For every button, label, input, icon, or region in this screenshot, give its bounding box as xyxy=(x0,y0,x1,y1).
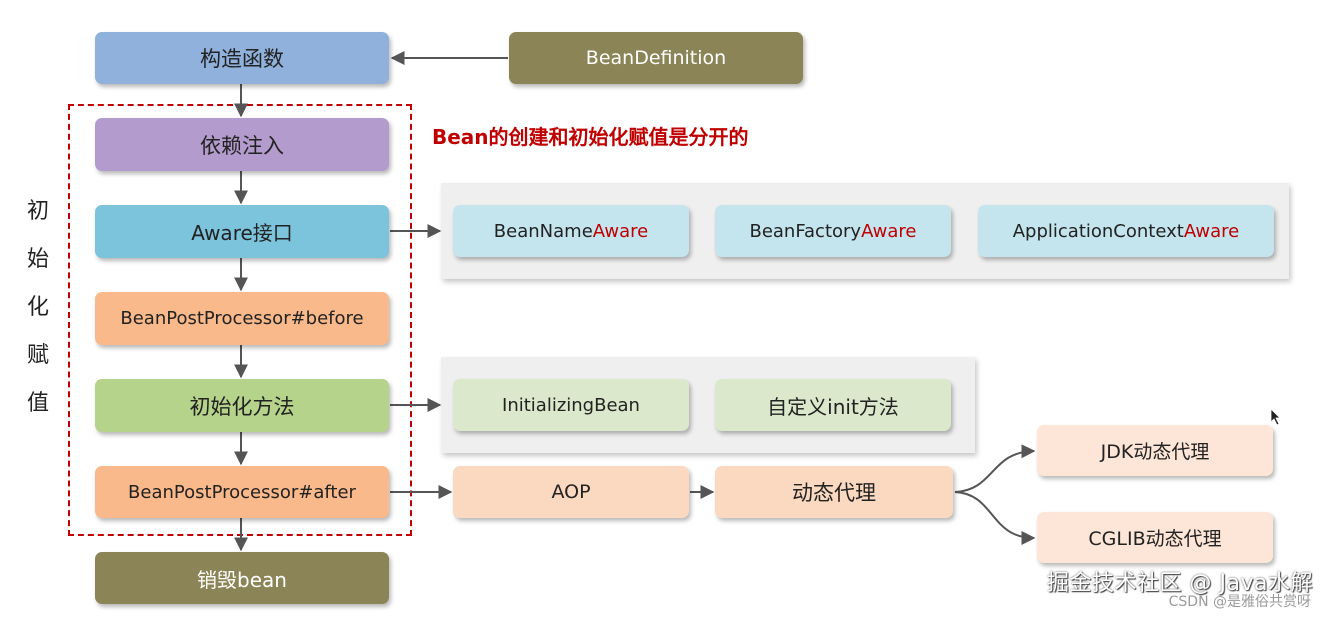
side-label-char: 赋 xyxy=(27,343,50,368)
csdn-watermark: CSDN @是雅俗共赏呀 xyxy=(1168,594,1311,610)
application-context-aware-prefix: ApplicationContext xyxy=(1012,220,1184,242)
bean-factory-aware-node: BeanFactory Aware xyxy=(715,205,951,257)
custom-init-node: 自定义init方法 xyxy=(715,379,951,431)
destroy-bean-node: 销毁bean xyxy=(95,552,389,604)
cglib-proxy-node: CGLIB动态代理 xyxy=(1037,512,1273,563)
initializing-bean-node: InitializingBean xyxy=(453,379,689,431)
side-label-char: 初 xyxy=(27,199,50,224)
arrow-proxy-to-cglib xyxy=(954,491,1036,545)
custom-init-label: 自定义init方法 xyxy=(767,394,899,419)
bpp-after-label: BeanPostProcessor#after xyxy=(128,481,356,503)
cglib-proxy-label: CGLIB动态代理 xyxy=(1088,528,1222,550)
bean-factory-aware-prefix: BeanFactory xyxy=(749,220,862,242)
bpp-after-node: BeanPostProcessor#after xyxy=(95,466,389,518)
jdk-proxy-node: JDK动态代理 xyxy=(1037,425,1273,476)
side-label-char: 值 xyxy=(27,391,50,416)
bean-name-aware-prefix: BeanName xyxy=(493,220,593,242)
constructor-node: 构造函数 xyxy=(95,32,389,84)
bpp-before-node: BeanPostProcessor#before xyxy=(95,292,389,345)
aware-interface-label: Aware接口 xyxy=(191,221,293,245)
dynamic-proxy-node: 动态代理 xyxy=(715,466,953,518)
destroy-bean-label: 销毁bean xyxy=(197,567,287,592)
constructor-label: 构造函数 xyxy=(200,47,284,71)
application-context-aware-suffix: Aware xyxy=(1183,220,1240,242)
bean-name-aware-suffix: Aware xyxy=(592,220,649,242)
mouse-cursor-icon xyxy=(1270,408,1281,426)
bean-definition-node: BeanDefinition xyxy=(509,32,803,84)
jdk-proxy-label: JDK动态代理 xyxy=(1100,441,1210,463)
bean-factory-aware-suffix: Aware xyxy=(861,220,917,242)
bean-definition-label: BeanDefinition xyxy=(585,47,727,69)
side-label-char: 始 xyxy=(27,247,50,272)
dependency-injection-label: 依赖注入 xyxy=(200,133,284,158)
bean-name-aware-node: BeanName Aware xyxy=(453,205,689,257)
init-method-label: 初始化方法 xyxy=(189,394,295,419)
bpp-before-label: BeanPostProcessor#before xyxy=(120,308,364,329)
arrow-proxy-to-jdk xyxy=(954,444,1036,493)
side-label: 初 始 化 赋 值 xyxy=(27,198,49,417)
side-label-char: 化 xyxy=(27,295,50,320)
initializing-bean-label: InitializingBean xyxy=(502,394,640,416)
aop-label: AOP xyxy=(551,481,591,503)
init-method-node: 初始化方法 xyxy=(95,379,389,432)
application-context-aware-node: ApplicationContext Aware xyxy=(978,205,1274,257)
dynamic-proxy-label: 动态代理 xyxy=(792,481,876,505)
dependency-injection-node: 依赖注入 xyxy=(95,118,389,171)
creation-note: Bean的创建和初始化赋值是分开的 xyxy=(432,125,749,149)
aware-interface-node: Aware接口 xyxy=(95,205,389,258)
aop-node: AOP xyxy=(453,466,689,518)
